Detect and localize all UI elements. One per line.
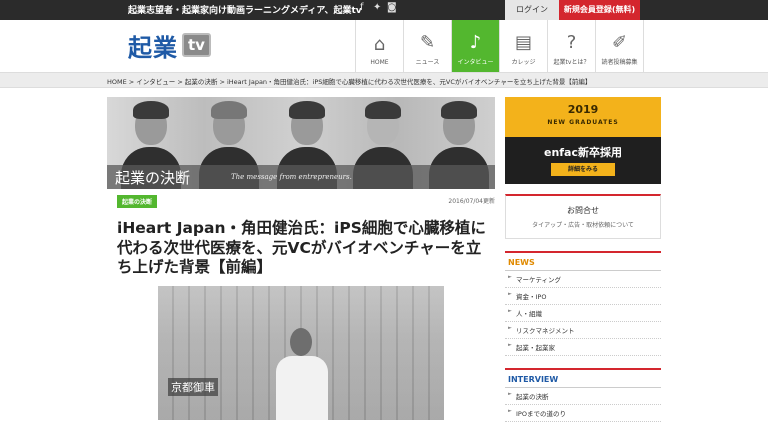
article-meta: 起業の決断 2016/07/04更新	[107, 193, 495, 211]
nav-item-about[interactable]: ? 起業tvとは？	[548, 20, 596, 72]
arrow-icon: ►	[508, 342, 512, 348]
contact-box[interactable]: お問合せ タイアップ・広告・取材依頼について	[505, 194, 661, 239]
pen-icon: ✐	[611, 32, 628, 53]
banner-subtitle: The message from entrepreneurs.	[231, 173, 352, 181]
nav-label: HOME	[370, 59, 389, 66]
login-button[interactable]: ログイン	[505, 0, 559, 20]
nav-label: カレッジ	[511, 59, 536, 66]
ad-details-button[interactable]: 詳細をみる	[551, 163, 615, 176]
news-item-label: マーケティング	[516, 276, 561, 284]
nav-item-contribute[interactable]: ✐ 読者投稿募集	[596, 20, 644, 72]
news-item-label: 資金・IPO	[516, 293, 547, 301]
nav-item-news[interactable]: ✎ ニュース	[404, 20, 452, 72]
banner-strip: 起業の決断 The message from entrepreneurs.	[107, 165, 495, 189]
site-header: 起業 tv ⌂ HOME ✎ ニュース ♪ インタビュー ▤ カレッジ ? 起業…	[0, 20, 768, 72]
breadcrumb: HOME > インタビュー > 起業の決断 > iHeart Japan・角田健…	[0, 72, 768, 88]
nav-item-college[interactable]: ▤ カレッジ	[500, 20, 548, 72]
news-heading: NEWS	[508, 258, 535, 267]
nav-label: 起業tvとは？	[553, 59, 590, 66]
breadcrumb-text[interactable]: HOME > インタビュー > 起業の決断 > iHeart Japan・角田健…	[107, 76, 591, 86]
nav-label: 読者投稿募集	[601, 59, 638, 66]
arrow-icon: ►	[508, 391, 512, 397]
contact-subtitle: タイアップ・広告・取材依頼について	[532, 222, 634, 229]
photo-sign: 京都御車	[168, 378, 218, 396]
logo-text: 起業	[128, 33, 178, 62]
nav-label: ニュース	[415, 59, 440, 66]
top-bar: 起業志望者・起業家向け動画ラーニングメディア、起業tv f ✦ ◙ ログイン 新…	[0, 0, 768, 20]
main-content: 起業の決断 The message from entrepreneurs. 起業…	[107, 97, 495, 420]
news-list: ► マーケティング ► 資金・IPO ► 人・組織 ► リスクマネジメント ► 起業・起業…	[505, 271, 661, 356]
updated-date: 2016/07/04更新	[448, 198, 495, 205]
pin-icon: ✎	[419, 32, 436, 53]
news-item-label: 起業・起業家	[516, 344, 555, 352]
arrow-icon: ►	[508, 325, 512, 331]
news-item-label: リスクマネジメント	[516, 327, 575, 335]
interviewee-head	[290, 328, 312, 356]
signup-button[interactable]: 新規会員登録(無料)	[559, 0, 640, 20]
mic-icon: ♪	[469, 32, 482, 53]
section-banner: 起業の決断 The message from entrepreneurs.	[107, 97, 495, 189]
recruit-ad[interactable]: 2019 NEW GRADUATES enfac新卒採用 詳細をみる	[505, 97, 661, 184]
news-item[interactable]: ► 資金・IPO	[505, 288, 661, 305]
arrow-icon: ►	[508, 291, 512, 297]
facebook-icon[interactable]: f	[360, 2, 364, 13]
news-item[interactable]: ► 人・組織	[505, 305, 661, 322]
news-section-header: NEWS	[505, 251, 661, 271]
sidebar: 2019 NEW GRADUATES enfac新卒採用 詳細をみる お問合せ …	[505, 97, 661, 422]
question-icon: ?	[566, 32, 577, 53]
interviewee-figure	[276, 356, 328, 420]
interview-item[interactable]: ► IPOまでの道のり	[505, 405, 661, 422]
rss-icon[interactable]: ◙	[387, 2, 397, 13]
arrow-icon: ►	[508, 274, 512, 280]
news-item[interactable]: ► リスクマネジメント	[505, 322, 661, 339]
book-icon: ▤	[514, 32, 532, 53]
ad-subtitle: NEW GRADUATES	[547, 119, 619, 126]
article-title: iHeart Japan・角田健治氏：iPS細胞で心臓移植に代わる次世代医療を、…	[117, 219, 486, 276]
home-icon: ⌂	[373, 34, 386, 55]
nav-label: インタビュー	[457, 59, 494, 66]
main-nav: ⌂ HOME ✎ ニュース ♪ インタビュー ▤ カレッジ ? 起業tvとは？ …	[355, 20, 644, 72]
interview-list: ► 起業の決断 ► IPOまでの道のり	[505, 388, 661, 422]
news-item[interactable]: ► 起業・起業家	[505, 339, 661, 356]
contact-title: お問合せ	[567, 206, 599, 215]
ad-bar: enfac新卒採用 詳細をみる	[505, 137, 661, 184]
category-badge[interactable]: 起業の決断	[117, 195, 158, 208]
interview-item[interactable]: ► 起業の決断	[505, 388, 661, 405]
ad-year: 2019	[567, 103, 599, 116]
site-logo[interactable]: 起業 tv	[128, 30, 211, 62]
interview-heading: INTERVIEW	[508, 375, 559, 384]
interview-section-header: INTERVIEW	[505, 368, 661, 388]
nav-item-home[interactable]: ⌂ HOME	[356, 20, 404, 72]
arrow-icon: ►	[508, 408, 512, 414]
interview-item-label: IPOまでの道のり	[516, 410, 566, 418]
nav-item-interview[interactable]: ♪ インタビュー	[452, 20, 500, 72]
banner-title: 起業の決断	[115, 169, 191, 187]
logo-badge: tv	[182, 33, 211, 57]
news-item-label: 人・組織	[516, 310, 542, 318]
twitter-icon[interactable]: ✦	[373, 2, 381, 13]
news-item[interactable]: ► マーケティング	[505, 271, 661, 288]
arrow-icon: ►	[508, 308, 512, 314]
ad-company: enfac新卒採用	[543, 146, 623, 159]
site-tagline: 起業志望者・起業家向け動画ラーニングメディア、起業tv	[128, 6, 362, 16]
interview-item-label: 起業の決断	[516, 393, 549, 401]
article-photo: 京都御車	[158, 286, 444, 420]
